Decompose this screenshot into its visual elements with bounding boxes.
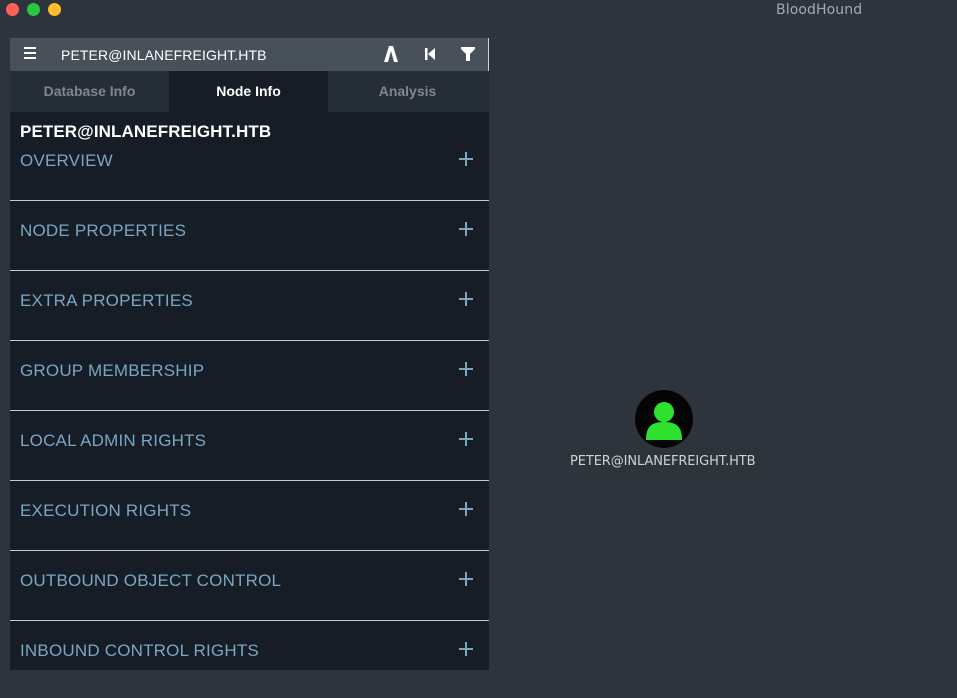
section-label: INBOUND CONTROL RIGHTS bbox=[20, 641, 259, 660]
expand-plus-icon[interactable] bbox=[459, 502, 473, 516]
section-group-membership[interactable]: GROUP MEMBERSHIP bbox=[10, 341, 489, 411]
tab-database-info[interactable]: Database Info bbox=[10, 71, 169, 112]
menu-icon[interactable] bbox=[24, 47, 36, 59]
app-title: BloodHound bbox=[776, 2, 863, 18]
back-icon[interactable] bbox=[421, 45, 439, 63]
section-label: LOCAL ADMIN RIGHTS bbox=[20, 431, 207, 450]
section-outbound-object-control[interactable]: OUTBOUND OBJECT CONTROL bbox=[10, 551, 489, 621]
graph-user-node[interactable] bbox=[635, 390, 693, 448]
section-overview[interactable]: OVERVIEW bbox=[10, 131, 489, 201]
user-icon bbox=[646, 402, 682, 440]
node-info-panel: PETER@INLANEFREIGHT.HTB Database Info No… bbox=[10, 38, 489, 670]
close-window-button[interactable] bbox=[6, 3, 19, 16]
expand-plus-icon[interactable] bbox=[459, 642, 473, 656]
graph-node-label: PETER@INLANEFREIGHT.HTB bbox=[570, 454, 756, 469]
filter-icon[interactable] bbox=[459, 45, 477, 63]
section-label: OVERVIEW bbox=[20, 151, 113, 170]
section-label: EXTRA PROPERTIES bbox=[20, 291, 193, 310]
expand-plus-icon[interactable] bbox=[459, 362, 473, 376]
expand-plus-icon[interactable] bbox=[459, 572, 473, 586]
section-label: EXECUTION RIGHTS bbox=[20, 501, 192, 520]
minimize-window-button[interactable] bbox=[48, 3, 61, 16]
panel-tabs: Database Info Node Info Analysis bbox=[10, 71, 489, 112]
search-input[interactable]: PETER@INLANEFREIGHT.HTB bbox=[61, 47, 267, 63]
pathfinding-icon[interactable] bbox=[382, 45, 400, 63]
section-label: OUTBOUND OBJECT CONTROL bbox=[20, 571, 282, 590]
title-bar: BloodHound bbox=[0, 0, 957, 22]
maximize-window-button[interactable] bbox=[27, 3, 40, 16]
section-label: GROUP MEMBERSHIP bbox=[20, 361, 205, 380]
search-bar: PETER@INLANEFREIGHT.HTB bbox=[10, 38, 489, 71]
section-extra-properties[interactable]: EXTRA PROPERTIES bbox=[10, 271, 489, 341]
tab-analysis[interactable]: Analysis bbox=[328, 71, 487, 112]
section-execution-rights[interactable]: EXECUTION RIGHTS bbox=[10, 481, 489, 551]
tab-node-info[interactable]: Node Info bbox=[169, 71, 328, 112]
expand-plus-icon[interactable] bbox=[459, 292, 473, 306]
section-label: NODE PROPERTIES bbox=[20, 221, 187, 240]
expand-plus-icon[interactable] bbox=[459, 152, 473, 166]
expand-plus-icon[interactable] bbox=[459, 222, 473, 236]
expand-plus-icon[interactable] bbox=[459, 432, 473, 446]
section-node-properties[interactable]: NODE PROPERTIES bbox=[10, 201, 489, 271]
section-local-admin-rights[interactable]: LOCAL ADMIN RIGHTS bbox=[10, 411, 489, 481]
section-inbound-control-rights[interactable]: INBOUND CONTROL RIGHTS bbox=[10, 621, 489, 670]
